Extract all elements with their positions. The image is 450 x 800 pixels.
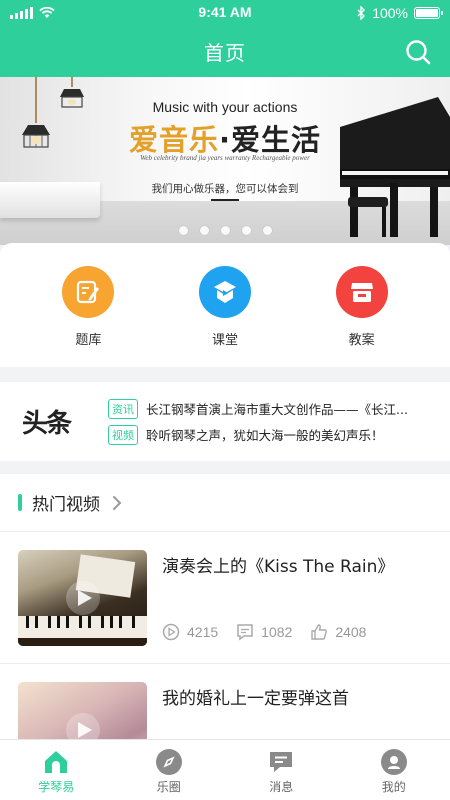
nav-header: 首页 — [0, 26, 450, 77]
quick-entry-label: 课堂 — [211, 333, 238, 348]
banner-slogan-right: 爱生活 — [231, 123, 322, 157]
section-title: 热门视频 — [32, 495, 100, 515]
banner-slogan-left: 爱音乐 — [128, 123, 219, 157]
banner-english-tagline: Music with your actions — [152, 99, 298, 115]
quick-entry-label: 题库 — [75, 333, 102, 348]
chevron-right-icon — [113, 495, 122, 510]
edit-icon — [62, 266, 115, 318]
play-count-icon — [162, 623, 180, 641]
bottom-tab-bar: 学琴易 乐圈 消息 我的 — [0, 739, 450, 800]
headline-item[interactable]: 视频 聆听钢琴之声，犹如大海一般的美幻声乐！ — [108, 422, 438, 448]
home-icon — [43, 749, 69, 775]
play-count: 4215 — [187, 624, 219, 640]
tab-label: 消息 — [269, 780, 294, 794]
video-stats: 4215 1082 2408 — [162, 623, 384, 641]
headlines-list: 资讯 长江钢琴首演上海市重大文创作品——《长江... 视频 聆听钢琴之声，犹如大… — [108, 396, 438, 448]
quick-entry-label: 教案 — [348, 333, 375, 348]
battery-percent: 100% — [372, 5, 408, 21]
headline-text: 长江钢琴首演上海市重大文创作品——《长江... — [146, 402, 408, 417]
carousel-dot[interactable] — [220, 226, 230, 235]
banner-small-english: Web celebrity brand jia years warranty R… — [140, 154, 310, 162]
headlines-logo-text: 头条 — [22, 409, 72, 439]
banner-chinese-caption: 我们用心做乐器，您可以体会到 — [151, 183, 299, 195]
tab-profile[interactable]: 我的 — [338, 740, 450, 800]
wifi-icon — [39, 7, 55, 18]
video-title: 演奏会上的《Kiss The Rain》 — [162, 557, 395, 577]
tab-messages[interactable]: 消息 — [225, 740, 338, 800]
carousel-dot[interactable] — [241, 226, 251, 235]
promo-banner[interactable]: Music with your actions 爱音乐·爱生活 Web cele… — [0, 77, 450, 245]
comment-count: 1082 — [261, 624, 293, 640]
top-bar: 9:41 AM 100% 首页 — [0, 0, 450, 77]
battery-icon — [414, 7, 443, 19]
banner-table-illustration — [0, 182, 100, 218]
carousel-dot[interactable] — [178, 226, 188, 235]
search-icon[interactable] — [404, 38, 432, 66]
section-accent-bar — [18, 494, 22, 511]
status-bar: 9:41 AM 100% — [0, 0, 450, 26]
page-title: 首页 — [204, 41, 246, 65]
tab-label: 学琴易 — [38, 780, 75, 794]
headline-tag: 视频 — [108, 424, 138, 445]
video-list-item[interactable]: 演奏会上的《Kiss The Rain》 4215 1082 2408 — [0, 532, 450, 664]
like-count: 2408 — [335, 624, 367, 640]
message-icon — [268, 749, 294, 775]
signal-icon — [10, 7, 33, 19]
quick-entry-grid: 题库 课堂 教案 — [0, 243, 450, 367]
profile-icon — [380, 749, 407, 775]
headline-item[interactable]: 资讯 长江钢琴首演上海市重大文创作品——《长江... — [108, 396, 438, 422]
carousel-indicator[interactable] — [0, 226, 450, 235]
tab-label: 我的 — [381, 780, 406, 794]
bluetooth-icon — [357, 6, 366, 20]
compass-icon — [155, 749, 182, 775]
quick-entry-question-bank[interactable]: 题库 — [48, 266, 128, 367]
banner-slogan: 爱音乐·爱生活 — [100, 117, 350, 159]
headline-text: 聆听钢琴之声，犹如大海一般的美幻声乐！ — [146, 428, 384, 443]
video-thumbnail[interactable] — [18, 550, 147, 646]
headlines-panel: 头条 资讯 长江钢琴首演上海市重大文创作品——《长江... 视频 聆听钢琴之声，… — [0, 382, 450, 461]
quick-entry-classroom[interactable]: 课堂 — [185, 266, 265, 367]
carousel-dot[interactable] — [262, 226, 272, 235]
quick-entry-lesson-plan[interactable]: 教案 — [322, 266, 402, 367]
shop-icon — [335, 266, 388, 318]
tab-home[interactable]: 学琴易 — [0, 740, 113, 800]
comment-icon — [237, 624, 253, 641]
tab-label: 乐圈 — [156, 780, 181, 794]
classroom-icon — [198, 266, 251, 318]
banner-divider — [211, 199, 239, 201]
headlines-logo: 头条 — [22, 403, 88, 440]
hot-videos-header[interactable]: 热门视频 — [0, 474, 450, 532]
pendant-lamp-icon — [22, 77, 84, 148]
play-icon[interactable] — [65, 580, 101, 616]
carousel-dot[interactable] — [199, 226, 209, 235]
headline-tag: 资讯 — [108, 398, 138, 419]
banner-slogan-dot: · — [218, 123, 232, 157]
tab-circle[interactable]: 乐圈 — [113, 740, 226, 800]
video-title: 我的婚礼上一定要弹这首 — [162, 689, 349, 709]
thumbs-up-icon — [311, 624, 328, 640]
